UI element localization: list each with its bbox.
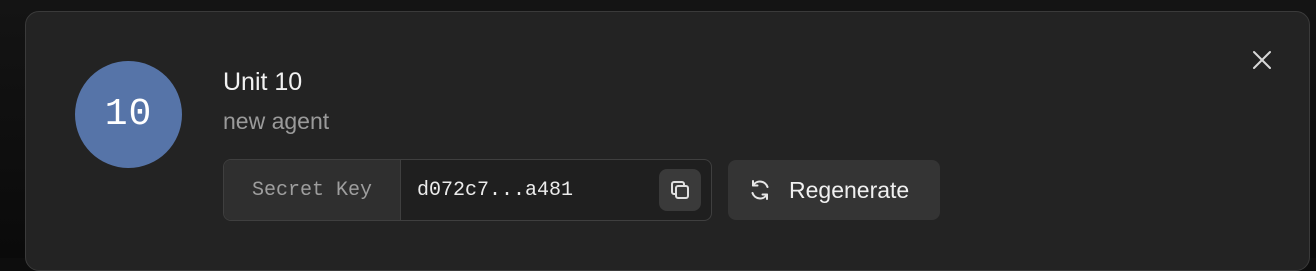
regenerate-label: Regenerate	[789, 176, 910, 203]
avatar: 10	[75, 61, 182, 168]
copy-icon	[671, 181, 689, 199]
close-icon	[1253, 51, 1271, 69]
agent-key-dialog: 10 Unit 10 new agent Secret Key d072c7..…	[25, 11, 1310, 271]
close-button[interactable]	[1250, 48, 1274, 72]
secret-key-field: Secret Key d072c7...a481	[223, 159, 712, 221]
agent-name: Unit 10	[223, 68, 303, 96]
avatar-text: 10	[104, 93, 153, 136]
secret-key-value[interactable]: d072c7...a481	[417, 160, 573, 220]
copy-button[interactable]	[659, 169, 701, 211]
secret-key-label: Secret Key	[224, 160, 401, 220]
refresh-icon	[751, 180, 769, 200]
agent-subtitle: new agent	[223, 108, 330, 134]
regenerate-button[interactable]: Regenerate	[728, 160, 940, 220]
